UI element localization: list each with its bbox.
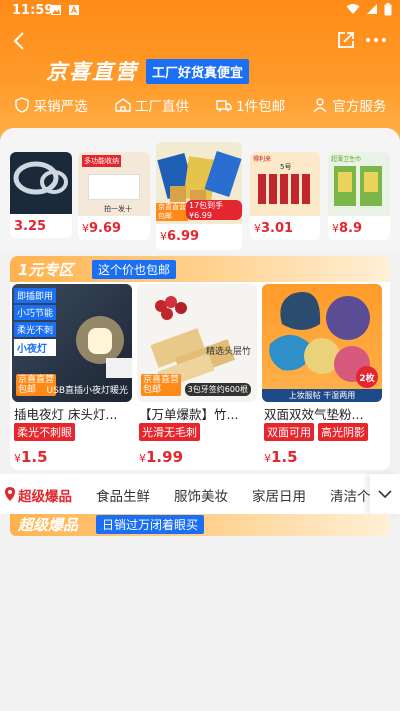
feature-label: 采销严选: [33, 99, 88, 115]
section-header: 1元专区 这个价也包邮: [10, 256, 390, 282]
product-tag: 双面可用: [264, 423, 314, 441]
product-card[interactable]: 精选头层竹 3包牙签约600根 京喜直营 包邮 【万单爆款】竹... 光滑无毛刺 …: [137, 284, 257, 468]
feature-label: 工厂直供: [134, 99, 189, 115]
signal-icon: [367, 4, 377, 14]
feature-strip: 采销严选 工厂直供 1件包邮 官方服务: [0, 92, 400, 118]
product-feature: 柔光不刺: [14, 322, 57, 337]
carousel-caption: 17包到手¥6.99: [186, 200, 242, 220]
one-yuan-section: 1元专区 这个价也包邮 即插即用 小巧节能 柔光不刺 小夜灯 京喜直营 包邮 US…: [10, 256, 390, 470]
tab-apparel[interactable]: 服饰美妆: [174, 485, 228, 505]
carousel-price: ¥8.9: [332, 221, 363, 236]
product-name: 双面双效气垫粉...: [264, 407, 364, 422]
brand-tagline: 工厂好货真便宜: [146, 58, 250, 84]
product-tag: 光滑无毛刺: [139, 423, 200, 441]
product-tags: 柔光不刺眼: [14, 423, 75, 441]
product-tag: 柔光不刺眼: [14, 423, 75, 441]
product-image: 即插即用 小巧节能 柔光不刺 小夜灯 京喜直营 包邮 USB直插小夜灯暖光: [12, 284, 132, 402]
feature-label: 1件包邮: [236, 99, 286, 115]
tab-super-hot[interactable]: 超级爆品: [18, 485, 72, 505]
carousel-item-featured[interactable]: 京喜直营 包邮 17包到手¥6.99 ¥6.99: [156, 142, 242, 250]
tab-expand-button[interactable]: [370, 474, 400, 514]
product-price: ¥1.5: [14, 448, 48, 466]
product-feature-list: 即插即用 小巧节能 柔光不刺 小夜灯: [14, 288, 57, 356]
product-image: 超薄卫生巾: [328, 152, 390, 216]
share-icon[interactable]: [336, 30, 356, 50]
carousel-item[interactable]: 3.25: [10, 152, 72, 238]
carousel-price: 3.25: [14, 219, 47, 234]
product-card[interactable]: 即插即用 小巧节能 柔光不刺 小夜灯 京喜直营 包邮 USB直插小夜灯暖光 插电夜…: [12, 284, 132, 468]
product-name: 插电夜灯 床头灯...: [14, 407, 118, 422]
product-tag: 高光阴影: [318, 423, 368, 441]
count-badge: 2枚: [356, 366, 378, 388]
product-image: 2枚 上妆服帖 干湿两用: [262, 284, 382, 402]
chevron-down-icon: [378, 490, 392, 499]
product-caption: 精选头层竹: [205, 347, 251, 357]
section-title: 1元专区: [18, 261, 74, 279]
product-feature: 即插即用: [14, 288, 57, 303]
text-icon: [69, 5, 79, 15]
shield-icon: [14, 97, 29, 113]
tape-icon: [13, 161, 68, 195]
brand-header: 京喜直营 工厂好货真便宜: [46, 58, 250, 84]
section-subtitle: 这个价也包邮: [92, 260, 177, 279]
product-tags: 光滑无毛刺: [139, 423, 200, 441]
brand-logo: 京喜直营: [46, 60, 138, 84]
image-icon: [51, 5, 61, 15]
carousel-badge: 京喜直营 包邮: [156, 203, 188, 221]
carousel-price: ¥6.99: [160, 229, 200, 244]
product-tags: 双面可用 高光阴影: [264, 423, 368, 441]
product-name: 【万单爆款】竹...: [139, 407, 239, 422]
carousel-price: ¥3.01: [254, 221, 294, 236]
carousel-caption: 超薄卫生巾: [331, 156, 362, 163]
location-pin-icon: [5, 487, 15, 501]
carousel-caption: 多功能收纳: [82, 155, 121, 167]
carousel-caption: 5号: [280, 163, 292, 171]
product-image: 精选头层竹 3包牙签约600根 京喜直营 包邮: [137, 284, 257, 402]
feature-item: 官方服务: [312, 95, 386, 115]
product-feature: 小夜灯: [14, 339, 57, 356]
organizer-box: [88, 174, 140, 200]
battery-icon: [384, 3, 392, 16]
feature-label: 官方服务: [332, 99, 387, 115]
carousel-caption: 拍一发十: [104, 205, 132, 213]
status-bar: 11:59: [0, 0, 400, 22]
product-feature: 小巧节能: [14, 305, 57, 320]
super-hot-section-header: 超级爆品 日销过万闭着眼买: [10, 514, 390, 536]
product-price: ¥1.99: [139, 448, 184, 466]
carousel-item[interactable]: 超薄卫生巾 ¥8.9: [328, 152, 390, 240]
tab-food[interactable]: 食品生鲜: [96, 485, 150, 505]
product-image: [10, 152, 72, 214]
carousel-caption: 得利来: [253, 156, 272, 163]
factory-icon: [115, 98, 131, 112]
product-carousel[interactable]: 3.25 多功能收纳 拍一发十 ¥9.69 京喜直营 包邮 17包到手¥6.99 …: [0, 128, 400, 253]
product-image: 京喜直营 包邮 17包到手¥6.99: [156, 142, 242, 224]
product-caption: 上妆服帖 干湿两用: [262, 389, 382, 402]
more-icon[interactable]: [364, 32, 388, 48]
status-time: 11:59: [12, 3, 54, 18]
night-light-icon: [76, 316, 132, 378]
back-arrow-icon[interactable]: [10, 30, 30, 52]
feature-item: 1件包邮: [216, 95, 285, 115]
tab-home[interactable]: 家居日用: [252, 485, 306, 505]
carousel-item[interactable]: 多功能收纳 拍一发十 ¥9.69: [78, 152, 150, 240]
feature-item: 工厂直供: [115, 95, 189, 115]
section-subtitle: 日销过万闭着眼买: [96, 515, 205, 534]
product-caption: USB直插小夜灯暖光: [46, 386, 128, 396]
product-price: ¥1.5: [264, 448, 298, 466]
wifi-icon: [346, 4, 360, 14]
product-badge: 京喜直营 包邮: [141, 374, 182, 396]
product-caption: 3包牙签约600根: [184, 383, 251, 396]
person-icon: [313, 98, 327, 113]
category-tabs: 超级爆品 食品生鲜 服饰美妆 家居日用 清洁个: [0, 474, 400, 514]
truck-icon: [216, 100, 232, 112]
product-image: 得利来 5号: [250, 152, 320, 216]
product-card[interactable]: 2枚 上妆服帖 干湿两用 双面双效气垫粉... 双面可用 高光阴影 ¥1.5: [262, 284, 382, 468]
feature-item: 采销严选: [14, 95, 88, 115]
nav-bar: [0, 26, 400, 56]
product-image: 多功能收纳 拍一发十: [78, 152, 150, 216]
tab-cleaning[interactable]: 清洁个: [330, 485, 371, 505]
carousel-price: ¥9.69: [82, 221, 122, 236]
section-title: 超级爆品: [18, 516, 79, 534]
carousel-item[interactable]: 得利来 5号 ¥3.01: [250, 152, 320, 240]
